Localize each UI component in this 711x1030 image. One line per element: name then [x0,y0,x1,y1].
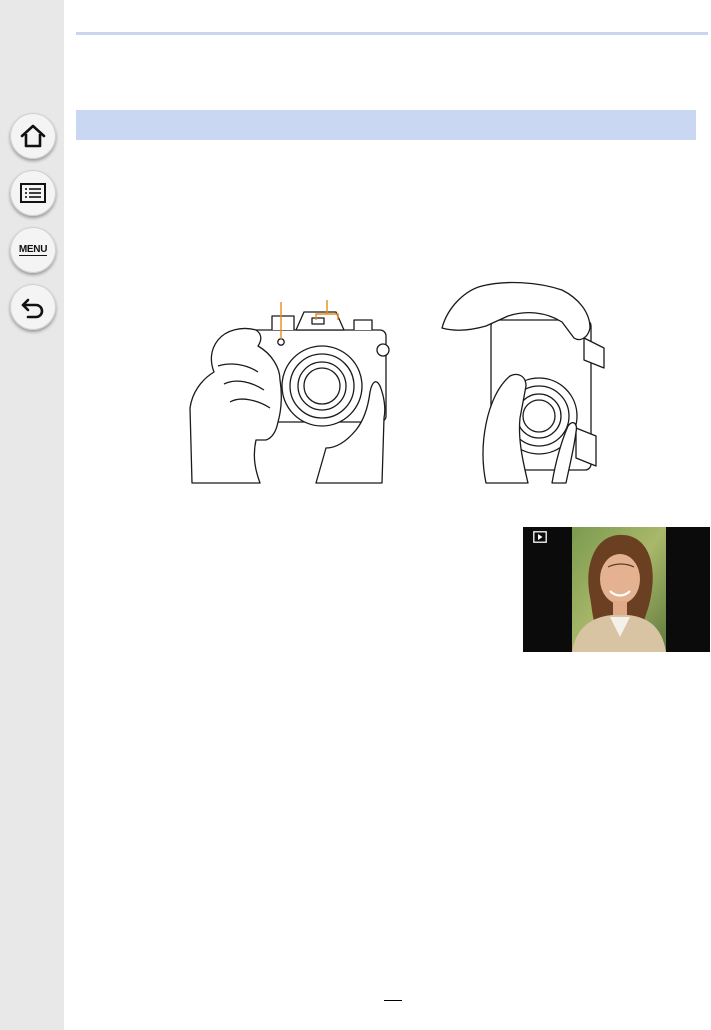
contents-button[interactable] [10,170,56,216]
header-rule [76,32,708,35]
camera-portrait [441,281,605,484]
menu-icon: MENU [18,244,48,256]
portrait-photo [572,527,666,652]
sidebar-nav: MENU [0,0,64,1030]
menu-button[interactable]: MENU [10,227,56,273]
back-button[interactable] [10,284,56,330]
home-icon [20,124,46,148]
list-icon [20,183,46,203]
section-heading-bar [76,110,696,140]
playback-preview-screen [523,527,710,652]
camera-landscape [189,311,390,484]
page-number-rule [384,1000,402,1001]
playback-icon [533,531,547,543]
camera-holding-illustration [186,268,606,493]
home-button[interactable] [10,113,56,159]
back-arrow-icon [21,298,44,319]
